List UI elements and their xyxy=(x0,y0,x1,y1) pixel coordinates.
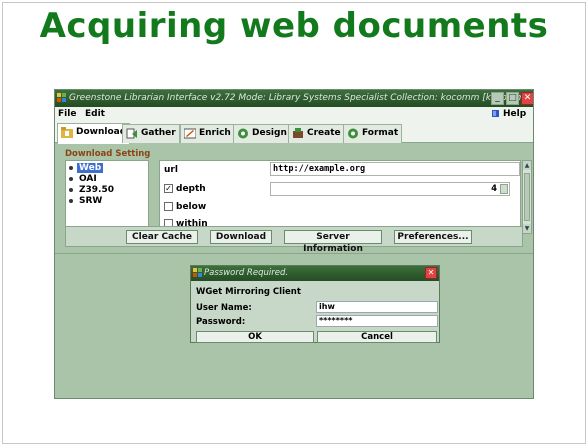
window-title: Greenstone Librarian Interface v2.72 Mod… xyxy=(69,93,528,103)
below-checkbox[interactable] xyxy=(164,202,173,211)
bullet-icon xyxy=(69,176,73,181)
tab-format-label: Format xyxy=(362,128,399,138)
tab-create-label: Create xyxy=(307,128,341,138)
below-option[interactable]: below xyxy=(164,202,206,212)
clear-cache-button[interactable]: Clear Cache xyxy=(126,230,198,244)
scroll-up-icon[interactable]: ▲ xyxy=(523,161,531,170)
minimize-button[interactable]: _ xyxy=(491,92,504,105)
username-input[interactable]: ihw xyxy=(316,301,438,313)
bullet-icon xyxy=(69,187,73,192)
username-label: User Name: xyxy=(196,303,252,313)
protocol-oai[interactable]: OAI xyxy=(69,174,99,185)
tab-format[interactable]: Format xyxy=(343,124,403,143)
tab-create[interactable]: Create xyxy=(288,124,345,143)
protocol-label: Z39.50 xyxy=(79,185,114,195)
tab-gather-label: Gather xyxy=(141,128,176,138)
scroll-down-icon[interactable]: ▼ xyxy=(523,224,531,233)
below-label: below xyxy=(176,202,207,212)
protocol-web[interactable]: Web xyxy=(69,163,104,174)
password-dialog: Password Required. ✕ WGet Mirroring Clie… xyxy=(190,265,440,343)
slide-title: Acquiring web documents xyxy=(39,6,549,46)
cancel-button[interactable]: Cancel xyxy=(317,331,437,343)
download-button-bar: Clear Cache Download Server Information … xyxy=(65,226,523,254)
greenstone-logo-icon xyxy=(57,93,66,102)
url-label: url xyxy=(164,165,178,175)
close-window-button[interactable]: ✕ xyxy=(521,92,533,105)
ok-button[interactable]: OK xyxy=(196,331,314,343)
server-information-button[interactable]: Server Information xyxy=(284,230,382,254)
help-book-icon xyxy=(492,110,499,117)
maximize-button[interactable]: □ xyxy=(506,92,519,105)
download-folder-icon xyxy=(61,127,73,138)
protocol-srw[interactable]: SRW xyxy=(69,196,104,207)
tab-bar: Download Gather Enrich Design Create For… xyxy=(55,121,533,144)
client-label: WGet Mirroring Client xyxy=(196,287,301,297)
greenstone-logo-icon xyxy=(193,268,202,277)
dialog-title: Password Required. xyxy=(204,268,289,278)
bullet-icon xyxy=(69,198,73,203)
enrich-icon xyxy=(184,128,196,139)
download-button[interactable]: Download xyxy=(210,230,272,244)
panel-divider xyxy=(55,253,533,254)
tab-design[interactable]: Design xyxy=(233,124,291,143)
menu-help-label: Help xyxy=(503,109,527,119)
options-scrollbar[interactable]: ▲ ▼ xyxy=(522,160,532,234)
depth-value: 4 xyxy=(491,184,497,194)
create-icon xyxy=(293,128,303,138)
scroll-thumb[interactable] xyxy=(524,173,530,221)
gather-icon xyxy=(126,128,137,139)
password-label: Password: xyxy=(196,317,246,327)
tab-enrich[interactable]: Enrich xyxy=(180,124,235,143)
format-gear-icon xyxy=(348,128,358,139)
password-input[interactable]: ******** xyxy=(316,315,438,327)
depth-spinner[interactable] xyxy=(500,184,508,194)
download-options-panel: url http://example.org ✓ depth 4 below wi… xyxy=(159,160,521,234)
depth-input[interactable]: 4 xyxy=(270,182,510,196)
tab-download-label: Download xyxy=(76,127,127,137)
dialog-close-button[interactable]: ✕ xyxy=(425,267,437,279)
dialog-titlebar[interactable]: Password Required. ✕ xyxy=(191,266,439,281)
protocol-label: OAI xyxy=(79,174,97,184)
protocol-label: Web xyxy=(77,163,104,173)
protocol-z3950[interactable]: Z39.50 xyxy=(69,185,116,196)
menu-file[interactable]: File xyxy=(58,107,76,121)
tab-download[interactable]: Download xyxy=(57,123,131,144)
depth-checkbox[interactable]: ✓ xyxy=(164,184,173,193)
menu-edit[interactable]: Edit xyxy=(85,107,105,121)
url-input[interactable]: http://example.org xyxy=(270,162,520,176)
menu-bar: File Edit Help xyxy=(55,107,533,121)
download-setting-label: Download Setting xyxy=(65,149,151,159)
depth-option[interactable]: ✓ depth xyxy=(164,184,206,194)
design-gear-icon xyxy=(238,128,248,139)
depth-label: depth xyxy=(176,184,206,194)
protocol-list: Web OAI Z39.50 SRW xyxy=(65,160,149,232)
preferences-button[interactable]: Preferences... xyxy=(394,230,472,244)
bullet-icon xyxy=(69,165,73,170)
protocol-label: SRW xyxy=(79,196,103,206)
app-window: Greenstone Librarian Interface v2.72 Mod… xyxy=(54,89,534,399)
tab-gather[interactable]: Gather xyxy=(122,124,180,143)
tab-enrich-label: Enrich xyxy=(199,128,231,138)
tab-design-label: Design xyxy=(252,128,287,138)
window-titlebar[interactable]: Greenstone Librarian Interface v2.72 Mod… xyxy=(55,90,533,107)
